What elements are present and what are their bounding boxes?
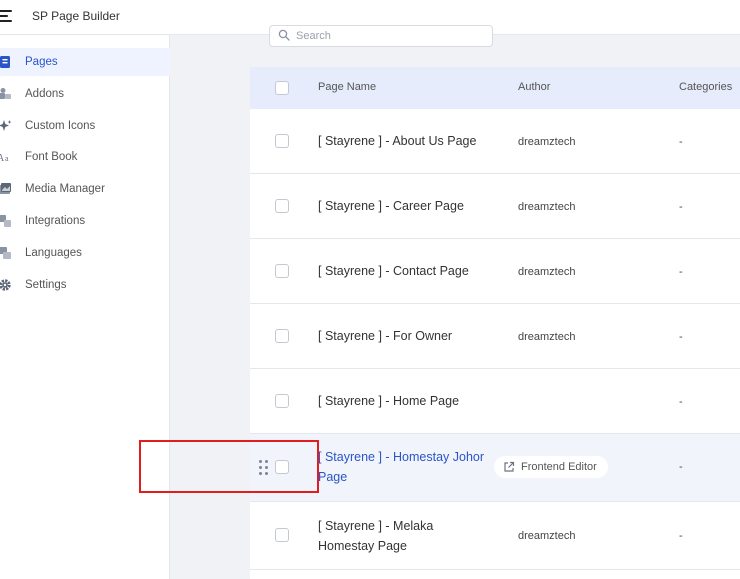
row-checkbox[interactable] [275,394,289,408]
sidebar-item-custom-icons[interactable]: Custom Icons [0,112,170,140]
frontend-editor-label: Frontend Editor [521,461,597,473]
sidebar-item-languages[interactable]: Languages [0,239,170,267]
languages-icon [0,245,13,261]
sidebar-item-settings[interactable]: Settings [0,271,170,299]
sidebar-item-label: Pages [25,56,58,68]
table-header: Page Name Author Categories [250,67,740,109]
table-row[interactable]: [ Stayrene ] - Homestay Johor Page Front… [250,434,740,502]
page-name-link[interactable]: [ Stayrene ] - Contact Page [318,261,469,281]
column-header-page-name[interactable]: Page Name [318,81,376,93]
media-icon [0,181,13,197]
sidebar-item-label: Languages [25,247,82,259]
select-all-checkbox[interactable] [275,81,289,95]
page-name-link[interactable]: [ Stayrene ] - For Owner [318,326,452,346]
sparkle-icon [0,118,13,134]
pages-table: Page Name Author Categories [ Stayrene ]… [250,67,740,579]
author-cell: dreamztech [518,530,576,542]
table-row[interactable]: [ Stayrene ] - Career Page dreamztech - [250,174,740,239]
frontend-editor-button[interactable]: Frontend Editor [494,456,608,478]
table-row[interactable]: [ Stayrene ] - Melaka Homestay Page drea… [250,502,740,570]
main-content: Page Name Author Categories [ Stayrene ]… [171,25,740,579]
author-cell: dreamztech [518,136,576,148]
gear-icon [0,277,13,293]
categories-cell: - [679,461,683,473]
sidebar-item-integrations[interactable]: Integrations [0,207,170,235]
sidebar-item-addons[interactable]: Addons [0,80,170,108]
sidebar-item-label: Custom Icons [25,120,96,132]
sidebar-item-label: Font Book [25,151,78,163]
sidebar-item-label: Integrations [25,215,86,227]
author-cell: dreamztech [518,266,576,278]
sidebar-item-pages[interactable]: Pages [0,48,170,76]
table-row[interactable]: [ Stayrene ] - About Us Page dreamztech … [250,109,740,174]
row-checkbox[interactable] [275,329,289,343]
integrations-icon [0,213,13,229]
page-name-link[interactable]: [ Stayrene ] - About Us Page [318,131,476,151]
categories-cell: - [679,530,683,542]
search-icon [278,29,290,41]
sidebar-item-label: Addons [25,88,65,100]
sidebar: Pages Addons Custom Icons Aa Font Book M… [0,35,170,579]
author-cell: dreamztech [518,201,576,213]
sidebar-item-font-book[interactable]: Aa Font Book [0,143,170,171]
drag-handle-icon[interactable] [259,460,269,476]
external-link-icon [504,461,515,472]
sidebar-item-label: Settings [25,279,67,291]
search-box [269,25,493,47]
row-checkbox[interactable] [275,460,289,474]
row-checkbox[interactable] [275,199,289,213]
search-input[interactable] [296,27,486,45]
svg-text:a: a [5,154,9,163]
addons-icon [0,86,13,102]
page-name-line: Homestay Page [318,539,407,553]
author-cell: dreamztech [518,331,576,343]
categories-cell: - [679,136,683,148]
page-name-link[interactable]: [ Stayrene ] - Homestay Johor Page [318,447,484,487]
table-row[interactable]: [ Stayrene ] - For Owner dreamztech - [250,304,740,369]
font-icon: Aa [0,149,13,165]
table-row[interactable]: [ Stayrene ] - Home Page - [250,369,740,434]
categories-cell: - [679,201,683,213]
categories-cell: - [679,266,683,278]
sidebar-item-label: Media Manager [25,183,105,195]
row-checkbox[interactable] [275,264,289,278]
column-header-author[interactable]: Author [518,81,550,93]
page-name-line: [ Stayrene ] - Melaka [318,519,434,533]
page-name-link[interactable]: [ Stayrene ] - Home Page [318,391,459,411]
column-header-categories[interactable]: Categories [679,81,732,93]
pages-icon [0,54,13,70]
categories-cell: - [679,396,683,408]
page-name-link[interactable]: [ Stayrene ] - Melaka Homestay Page [318,516,433,556]
row-checkbox[interactable] [275,134,289,148]
row-checkbox[interactable] [275,528,289,542]
menu-icon[interactable] [0,9,12,23]
page-name-link[interactable]: [ Stayrene ] - Career Page [318,196,464,216]
page-name-line: Page [318,470,348,484]
sidebar-item-media-manager[interactable]: Media Manager [0,175,170,203]
categories-cell: - [679,331,683,343]
table-row[interactable]: [ Stayrene ] - Contact Page dreamztech - [250,239,740,304]
app-title: SP Page Builder [32,9,120,23]
page-name-line: [ Stayrene ] - Homestay Johor [318,450,485,464]
